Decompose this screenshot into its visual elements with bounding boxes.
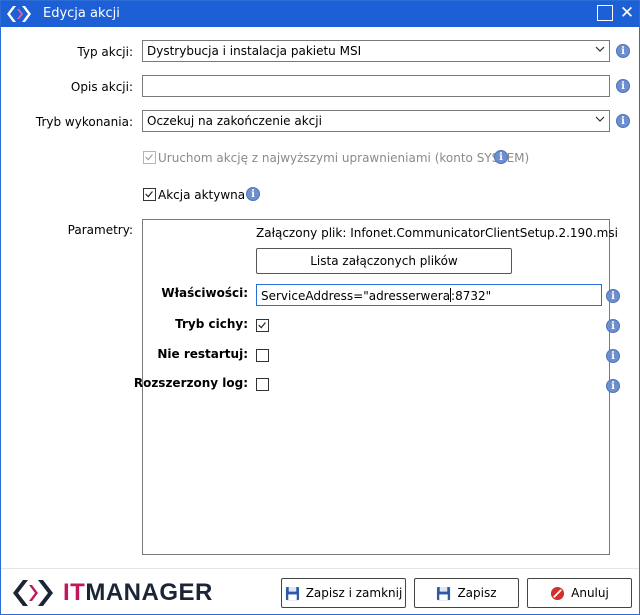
checkmark-icon (258, 322, 266, 329)
maximize-button[interactable] (597, 5, 613, 21)
close-button[interactable]: ✕ (619, 5, 635, 22)
save-close-button[interactable]: Zapisz i zamknij (281, 578, 406, 608)
mode-select[interactable]: Oczekuj na zakończenie akcji (142, 110, 610, 132)
run-elevated-checkbox[interactable] (143, 151, 156, 164)
info-icon[interactable]: i (616, 44, 630, 58)
info-icon[interactable]: i (616, 114, 630, 128)
chevron-down-icon (595, 46, 605, 52)
info-icon[interactable]: i (606, 289, 620, 303)
footer-divider (1, 568, 639, 569)
properties-label: Właściwości: (161, 286, 248, 300)
no-restart-checkbox[interactable] (256, 349, 269, 362)
quiet-mode-checkbox[interactable] (256, 319, 269, 332)
params-label: Parametry: (67, 223, 133, 237)
checkmark-icon (145, 191, 153, 198)
run-elevated-label: Uruchom akcję z najwyższymi uprawnieniam… (158, 151, 530, 165)
chevron-down-icon (595, 116, 605, 122)
brand-text: ITMANAGER (63, 579, 213, 606)
properties-value-start: ServiceAddress="adresserwera (261, 289, 451, 303)
window-title: Edycja akcji (43, 6, 120, 21)
active-label: Akcja aktywna (158, 188, 246, 202)
no-restart-label: Nie restartuj: (157, 347, 248, 361)
list-files-button-label: Lista załączonych plików (310, 254, 458, 268)
save-label: Zapisz (457, 586, 497, 600)
title-bar[interactable]: Edycja akcji ✕ (1, 1, 639, 27)
description-label: Opis akcji: (70, 80, 133, 94)
brand-logo: ITMANAGER (11, 576, 213, 610)
active-checkbox[interactable] (143, 188, 156, 201)
attached-file-text: Załączony plik: Infonet.CommunicatorClie… (256, 226, 618, 240)
checkmark-icon (145, 154, 153, 161)
action-type-value: Dystrybucja i instalacja pakietu MSI (147, 44, 362, 58)
save-close-label: Zapisz i zamknij (305, 586, 403, 600)
extended-log-label: Rozszerzony log: (133, 376, 248, 390)
floppy-disk-icon (285, 586, 299, 600)
extended-log-checkbox[interactable] (256, 378, 269, 391)
cancel-button[interactable]: Anuluj (527, 578, 632, 608)
info-icon[interactable]: i (616, 79, 630, 93)
info-icon[interactable]: i (606, 319, 620, 333)
floppy-disk-icon (437, 586, 451, 600)
action-edit-dialog: Edycja akcji ✕ Typ akcji: Dystrybucja i … (0, 0, 640, 615)
cancel-icon (551, 586, 565, 600)
action-type-label: Typ akcji: (77, 45, 133, 59)
mode-label: Tryb wykonania: (35, 115, 133, 129)
quiet-mode-label: Tryb cichy: (175, 317, 248, 331)
action-type-select[interactable]: Dystrybucja i instalacja pakietu MSI (142, 40, 610, 62)
app-logo-icon (7, 6, 31, 22)
itmanager-logo-icon (13, 580, 53, 606)
info-icon[interactable]: i (606, 349, 620, 363)
info-icon[interactable]: i (246, 187, 260, 201)
info-icon[interactable]: i (606, 379, 620, 393)
cancel-label: Anuluj (571, 586, 609, 600)
info-icon[interactable]: i (494, 150, 508, 164)
save-button[interactable]: Zapisz (414, 578, 519, 608)
properties-input[interactable]: ServiceAddress="adresserwera:8732" (256, 284, 602, 306)
properties-value-end: :8732" (451, 289, 492, 303)
list-files-button[interactable]: Lista załączonych plików (256, 248, 512, 274)
description-input[interactable] (142, 75, 610, 97)
mode-value: Oczekuj na zakończenie akcji (147, 114, 322, 128)
